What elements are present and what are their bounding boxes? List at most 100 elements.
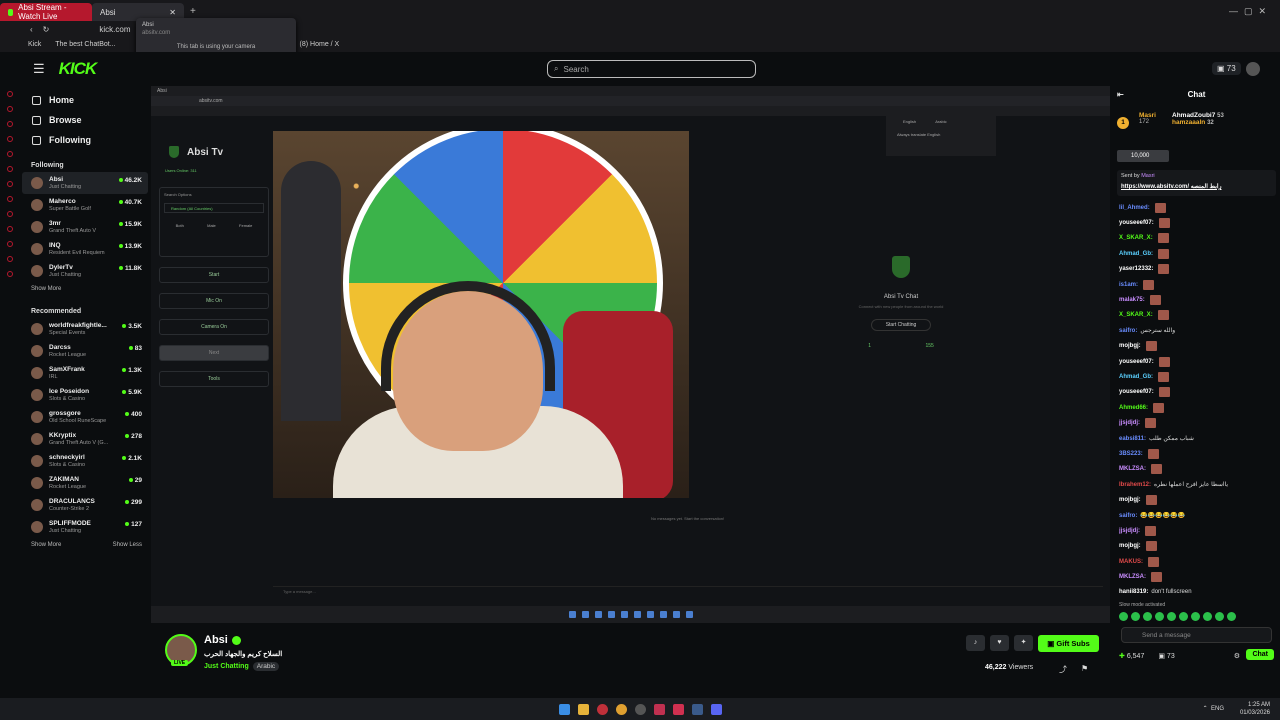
share-icon[interactable]: ⤴	[1059, 664, 1067, 675]
chat-username[interactable]: X_SKAR_X:	[1119, 235, 1153, 241]
reload-icon[interactable]: ↻	[43, 25, 50, 34]
chat-username[interactable]: jjsjdjdj:	[1119, 528, 1140, 534]
strip-icon[interactable]	[7, 136, 13, 142]
chat-username[interactable]: MAKUS:	[1119, 559, 1143, 565]
system-tray[interactable]: ⌃ ENG	[1203, 705, 1224, 717]
nav-following[interactable]: Following	[22, 130, 148, 150]
chat-username[interactable]: youseeef07:	[1119, 220, 1154, 226]
recommended-channel[interactable]: SamXFrank IRL 1.3K	[22, 362, 148, 384]
pinned-message[interactable]: Sent by Masri https://www.absitv.com/ را…	[1117, 170, 1276, 196]
strip-icon[interactable]	[7, 241, 13, 247]
channel-name[interactable]: Absi	[204, 634, 241, 646]
pinned-link[interactable]: https://www.absitv.com/ رابط المنصه	[1121, 183, 1272, 190]
chat-username[interactable]: mojbgj:	[1119, 497, 1141, 503]
strip-icon[interactable]	[7, 91, 13, 97]
chat-username[interactable]: youseeef07:	[1119, 359, 1154, 365]
chat-username[interactable]: X_SKAR_X:	[1119, 312, 1153, 318]
app-icon[interactable]	[672, 703, 684, 715]
recommended-channel[interactable]: KKryptix Grand Theft Auto V (G... 278	[22, 428, 148, 450]
tab-kick[interactable]: Absi Stream - Watch Live	[0, 3, 92, 21]
menu-icon[interactable]: ☰	[33, 61, 45, 77]
clock[interactable]: 1:25 AM 01/03/2026	[1240, 701, 1270, 717]
strip-icon[interactable]	[7, 121, 13, 127]
emote-icon[interactable]	[1215, 612, 1224, 622]
chat-username[interactable]: mojbgj:	[1119, 343, 1141, 349]
chat-username[interactable]: is1am:	[1119, 282, 1138, 288]
strip-icon[interactable]	[7, 166, 13, 172]
emote-icon[interactable]	[1203, 612, 1212, 622]
chat-username[interactable]: Ahmed66:	[1119, 405, 1148, 411]
bookmark-x[interactable]: (8) Home / X	[300, 41, 340, 48]
recommended-channel[interactable]: grossgore Old School RuneScape 400	[22, 406, 148, 428]
strip-icon[interactable]	[7, 211, 13, 217]
recommended-channel[interactable]: schneckyirl Slots & Casino 2.1K	[22, 450, 148, 472]
bookmark-kick[interactable]: Kick	[28, 41, 41, 48]
strip-icon[interactable]	[7, 226, 13, 232]
nav-home[interactable]: Home	[22, 90, 148, 110]
following-channel[interactable]: Absi Just Chatting 46.2K	[22, 172, 148, 194]
emote-icon[interactable]	[1227, 612, 1236, 622]
coins-badge[interactable]: ▣ 73	[1212, 62, 1241, 75]
stream-player[interactable]: Absi absitv.com English Arabic Always tr…	[151, 86, 1110, 623]
sparkle-icon[interactable]: ✦	[1014, 635, 1033, 651]
chat-username[interactable]: MKLZSA:	[1119, 466, 1146, 472]
emote-icon[interactable]	[1131, 612, 1140, 622]
chat-username[interactable]: yaser12332:	[1119, 266, 1153, 272]
follow-heart-icon[interactable]: ♥	[990, 635, 1009, 651]
chat-username[interactable]: Ahmad_Gb:	[1119, 251, 1153, 257]
close-tab-icon[interactable]: ✕	[169, 8, 176, 17]
strip-icon[interactable]	[7, 271, 13, 277]
chat-username[interactable]: Ibrahem12:	[1119, 482, 1151, 488]
chat-username[interactable]: MKLZSA:	[1119, 574, 1146, 580]
windows-start-icon[interactable]	[558, 703, 570, 715]
recommended-channel[interactable]: Ice Poseidon Slots & Casino 5.9K	[22, 384, 148, 406]
strip-icon[interactable]	[7, 256, 13, 262]
settings-icon[interactable]: ⚙	[1234, 652, 1240, 660]
recommended-channel[interactable]: worldfreakfightle... Special Events 3.5K	[22, 318, 148, 340]
back-icon[interactable]: ‹	[30, 25, 33, 34]
recommended-channel[interactable]: ZAKIMAN Rocket League 29	[22, 472, 148, 494]
emote-icon[interactable]	[1143, 612, 1152, 622]
chat-username[interactable]: eabsi811:	[1119, 436, 1146, 442]
chat-username[interactable]: hanii8319:	[1119, 589, 1148, 595]
obs-icon[interactable]	[634, 703, 646, 715]
file-explorer-icon[interactable]	[577, 703, 589, 715]
app-icon[interactable]	[653, 703, 665, 715]
nav-browse[interactable]: Browse	[22, 110, 148, 130]
opera-icon[interactable]	[596, 703, 608, 715]
chat-username[interactable]: mojbgj:	[1119, 543, 1141, 549]
emote-icon[interactable]	[1119, 612, 1128, 622]
chat-username[interactable]: 3BS223:	[1119, 451, 1143, 457]
user-avatar[interactable]	[1246, 62, 1260, 76]
emote-icon[interactable]	[1191, 612, 1200, 622]
stream-category[interactable]: Just Chatting Arabic	[204, 662, 280, 671]
points-count[interactable]: 6,547	[1127, 653, 1145, 660]
strip-icon[interactable]	[7, 151, 13, 157]
chat-username[interactable]: Ahmad_Gb:	[1119, 374, 1153, 380]
chat-input[interactable]: Send a message	[1121, 627, 1272, 644]
chat-username[interactable]: lil_Ahmed:	[1119, 205, 1150, 211]
search-input[interactable]: ⌕ Search	[547, 60, 756, 78]
chrome-icon[interactable]	[615, 703, 627, 715]
chat-username[interactable]: jjsjdjdj:	[1119, 420, 1140, 426]
emote-icon[interactable]	[1155, 612, 1164, 622]
chat-username[interactable]: saifro:	[1119, 328, 1137, 334]
recommended-channel[interactable]: SPLIFFMODE Just Chatting 127	[22, 516, 148, 538]
language-tag[interactable]: Arabic	[252, 662, 280, 671]
new-tab-icon[interactable]: +	[190, 6, 196, 17]
report-icon[interactable]: ⚑	[1081, 664, 1088, 673]
chat-username[interactable]: malak75:	[1119, 297, 1145, 303]
recommended-channel[interactable]: Darcss Rocket League 83	[22, 340, 148, 362]
strip-icon[interactable]	[7, 106, 13, 112]
window-controls[interactable]: —▢✕	[1229, 6, 1272, 17]
emote-icon[interactable]	[1179, 612, 1188, 622]
gift-subs-button[interactable]: ▣ Gift Subs	[1038, 635, 1099, 652]
following-channel[interactable]: INQ Resident Evil Requiem 13.9K	[22, 238, 148, 260]
following-channel[interactable]: DylerTv Just Chatting 11.8K	[22, 260, 148, 282]
show-less-link[interactable]: Show Less	[113, 542, 142, 548]
following-channel[interactable]: 3mr Grand Theft Auto V 15.9K	[22, 216, 148, 238]
goal-badge[interactable]: 10,000	[1117, 150, 1169, 162]
recommended-channel[interactable]: DRACULANCS Counter-Strike 2 299	[22, 494, 148, 516]
emote-icon[interactable]	[1167, 612, 1176, 622]
address-bar[interactable]: kick.com	[99, 25, 130, 34]
